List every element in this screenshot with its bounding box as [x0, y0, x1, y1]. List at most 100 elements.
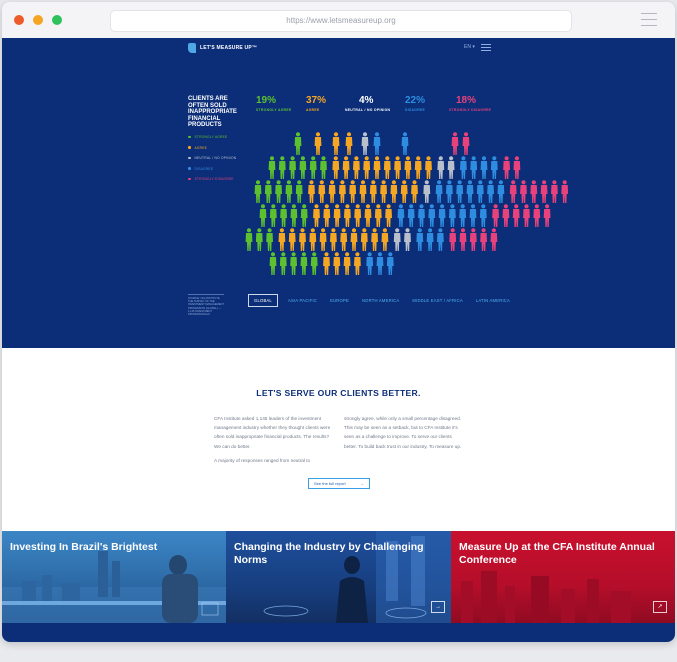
card-brazil[interactable]: Investing In Brazil's Brightest	[2, 531, 226, 623]
person-figure-icon	[385, 204, 392, 227]
person-figure-icon	[290, 204, 298, 227]
person-figure-icon	[561, 180, 569, 203]
card-annual-conference[interactable]: Measure Up at the CFA Institute Annual C…	[451, 531, 675, 623]
tab-latin-america[interactable]: LATIN AMERICA	[476, 298, 510, 303]
person-figure-icon	[359, 180, 367, 203]
person-figure-icon	[390, 180, 398, 203]
person-figure-icon	[342, 156, 350, 179]
address-bar[interactable]: https://www.letsmeasureup.org	[110, 10, 572, 32]
story-cards: Investing In Brazil's Brightest Changing…	[2, 531, 675, 623]
person-figure-icon	[349, 180, 357, 203]
person-figure-icon	[447, 156, 455, 179]
text-column-left: CFA Institute asked 1,145 leaders of the…	[214, 414, 336, 470]
person-figure-icon	[414, 156, 422, 179]
person-figure-icon	[330, 228, 337, 251]
person-figure-icon	[313, 204, 320, 227]
person-figure-icon	[438, 204, 446, 227]
person-figure-icon	[254, 180, 262, 203]
person-figure-icon	[268, 156, 276, 179]
person-figure-icon	[332, 132, 340, 155]
survey-infographic: LET'S MEASURE UP™ EN ▾ CLIENTS ARE OFTEN…	[2, 38, 675, 348]
person-figure-icon	[426, 228, 434, 251]
person-figure-icon	[449, 228, 457, 251]
person-figure-icon	[543, 204, 551, 227]
person-figure-icon	[479, 204, 487, 227]
person-figure-icon	[278, 228, 286, 251]
person-figure-icon	[523, 204, 530, 227]
person-figure-icon	[418, 204, 425, 227]
card-title: Changing the Industry by Challenging Nor…	[234, 541, 424, 566]
full-report-button[interactable]: See the full report →	[308, 478, 370, 489]
person-figure-icon	[314, 132, 322, 155]
person-figure-icon	[299, 228, 306, 251]
browser-menu-icon[interactable]	[641, 13, 657, 27]
tab-europe[interactable]: EUROPE	[330, 298, 349, 303]
person-figure-icon	[266, 228, 273, 251]
person-figure-icon	[264, 180, 272, 203]
section-title: LET'S SERVE OUR CLIENTS BETTER.	[256, 388, 421, 398]
person-figure-icon	[512, 204, 520, 227]
person-figure-icon	[383, 156, 391, 179]
card-changing-industry[interactable]: Changing the Industry by Challenging Nor…	[226, 531, 451, 623]
person-figure-icon	[386, 252, 394, 275]
person-figure-icon	[376, 252, 384, 275]
person-figure-icon	[469, 204, 477, 227]
person-figure-icon	[393, 228, 401, 251]
maximize-window-button[interactable]	[52, 15, 62, 25]
person-figure-icon	[259, 204, 267, 227]
person-figure-icon	[423, 180, 431, 203]
button-label: See the full report	[314, 481, 346, 486]
person-figure-icon	[309, 228, 317, 251]
person-figure-icon	[502, 204, 510, 227]
person-figure-icon	[300, 204, 308, 227]
paragraph: strongly agree, while only a small perce…	[344, 416, 462, 449]
person-figure-icon	[540, 180, 548, 203]
person-figure-icon	[360, 228, 368, 251]
person-figure-icon	[513, 156, 521, 179]
text-column-right: strongly agree, while only a small perce…	[344, 414, 466, 456]
person-figure-icon	[459, 228, 467, 251]
person-figure-icon	[280, 204, 287, 227]
tab-global[interactable]: GLOBAL	[248, 294, 278, 307]
person-figure-icon	[323, 204, 331, 227]
person-figure-icon	[343, 252, 351, 275]
person-figure-icon	[533, 204, 541, 227]
person-figure-icon	[456, 180, 464, 203]
tab-asia-pacific[interactable]: ASIA PACIFIC	[288, 298, 317, 303]
person-figure-icon	[295, 180, 303, 203]
person-figure-icon	[469, 228, 477, 251]
close-window-button[interactable]	[14, 15, 24, 25]
person-figure-icon	[459, 204, 467, 227]
person-figure-icon	[451, 132, 459, 155]
person-figure-icon	[333, 252, 341, 275]
person-figure-icon	[397, 204, 405, 227]
person-figure-icon	[480, 156, 488, 179]
person-figure-icon	[449, 204, 456, 227]
person-figure-icon	[509, 180, 517, 203]
region-tabs: GLOBAL ASIA PACIFIC EUROPE NORTH AMERICA…	[248, 294, 523, 307]
person-figure-icon	[350, 228, 358, 251]
person-figure-icon	[497, 180, 505, 203]
person-figure-icon	[278, 156, 286, 179]
person-figure-icon	[401, 132, 409, 155]
person-figure-icon	[289, 156, 296, 179]
person-figure-icon	[328, 180, 336, 203]
person-figure-icon	[275, 180, 282, 203]
person-figure-icon	[269, 204, 277, 227]
person-figure-icon	[381, 228, 389, 251]
minimize-window-button[interactable]	[33, 15, 43, 25]
person-figure-icon	[288, 228, 296, 251]
card-title: Investing In Brazil's Brightest	[10, 541, 158, 553]
tab-middle-east-africa[interactable]: MIDDLE EAST / AFRICA	[412, 298, 462, 303]
person-figure-icon	[269, 252, 277, 275]
person-figure-icon	[323, 252, 330, 275]
browser-toolbar: https://www.letsmeasureup.org	[2, 2, 675, 39]
person-figure-icon	[354, 204, 362, 227]
tab-north-america[interactable]: NORTH AMERICA	[362, 298, 399, 303]
person-figure-icon	[366, 252, 374, 275]
person-figure-icon	[394, 156, 401, 179]
person-figure-icon	[520, 180, 527, 203]
arrow-right-icon: →	[431, 601, 445, 613]
person-figure-icon	[437, 228, 444, 251]
person-figure-icon	[369, 180, 377, 203]
